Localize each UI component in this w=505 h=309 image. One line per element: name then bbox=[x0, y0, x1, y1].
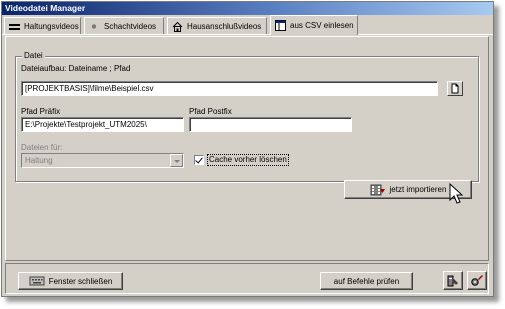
settings-button[interactable] bbox=[467, 271, 487, 290]
mouse-pointer-icon bbox=[449, 183, 464, 204]
tools-icon bbox=[447, 275, 458, 286]
gear-icon bbox=[471, 274, 483, 286]
lines-icon bbox=[9, 21, 20, 32]
dot-icon bbox=[89, 21, 100, 32]
check-commands-label: auf Befehle prüfen bbox=[333, 276, 400, 286]
files-for-label: Dateien für: bbox=[21, 143, 63, 152]
file-structure-label: Dateiaufbau: Dateiname ; Pfad bbox=[21, 64, 131, 73]
csv-file-path-input[interactable]: [PROJEKTBASIS]\filme\Beispiel.csv bbox=[21, 81, 438, 96]
close-window-button[interactable]: Fenster schließen bbox=[18, 272, 123, 290]
clear-cache-option[interactable]: Cache vorher löschen bbox=[194, 154, 289, 166]
tab-hausanschlussvideos[interactable]: Hausanschlußvideos bbox=[167, 17, 267, 34]
chevron-down-icon[interactable] bbox=[170, 154, 183, 167]
path-postfix-input[interactable] bbox=[189, 117, 352, 132]
videodatei-manager-window: Videodatei Manager Haltungsvideos Schach… bbox=[1, 1, 494, 297]
tab-bar: Haltungsvideos Schachtvideos Hausanschlu… bbox=[2, 15, 493, 35]
files-for-value: Haltung bbox=[25, 156, 53, 165]
check-commands-button[interactable]: auf Befehle prüfen bbox=[320, 272, 413, 290]
house-icon bbox=[172, 21, 183, 32]
tab-schachtvideos[interactable]: Schachtvideos bbox=[84, 17, 164, 34]
clear-cache-label: Cache vorher löschen bbox=[207, 154, 289, 166]
clear-cache-checkbox[interactable] bbox=[194, 155, 204, 165]
footer-bar: Fenster schließen auf Befehle prüfen bbox=[5, 263, 489, 294]
csv-import-panel: Datei Dateiaufbau: Dateiname ; Pfad [PRO… bbox=[5, 36, 489, 261]
title-bar[interactable]: Videodatei Manager bbox=[2, 2, 493, 15]
path-prefix-label: Pfad Präfix bbox=[21, 107, 61, 116]
keyboard-icon bbox=[29, 276, 45, 286]
files-for-select[interactable]: Haltung bbox=[21, 153, 184, 168]
tab-label: Hausanschlußvideos bbox=[187, 21, 262, 31]
tab-label: Haltungsvideos bbox=[24, 21, 79, 31]
import-now-label: jetzt importieren bbox=[389, 185, 447, 194]
close-window-label: Fenster schließen bbox=[48, 276, 113, 286]
tab-haltungsvideos[interactable]: Haltungsvideos bbox=[4, 17, 81, 34]
table-icon bbox=[275, 20, 286, 31]
window-title: Videodatei Manager bbox=[5, 3, 86, 13]
datei-group-title: Datei bbox=[22, 50, 45, 61]
tools-button[interactable] bbox=[443, 271, 463, 290]
tab-label: aus CSV einlesen bbox=[290, 21, 354, 30]
path-prefix-input[interactable]: E:\Projekte\Testprojekt_UTM2025\ bbox=[21, 117, 184, 132]
tab-aus-csv-einlesen[interactable]: aus CSV einlesen bbox=[270, 15, 358, 35]
browse-file-button[interactable] bbox=[447, 81, 463, 96]
document-icon bbox=[451, 83, 459, 94]
film-import-icon bbox=[370, 184, 385, 195]
path-postfix-label: Pfad Postfix bbox=[189, 107, 232, 116]
tab-label: Schachtvideos bbox=[104, 21, 157, 31]
